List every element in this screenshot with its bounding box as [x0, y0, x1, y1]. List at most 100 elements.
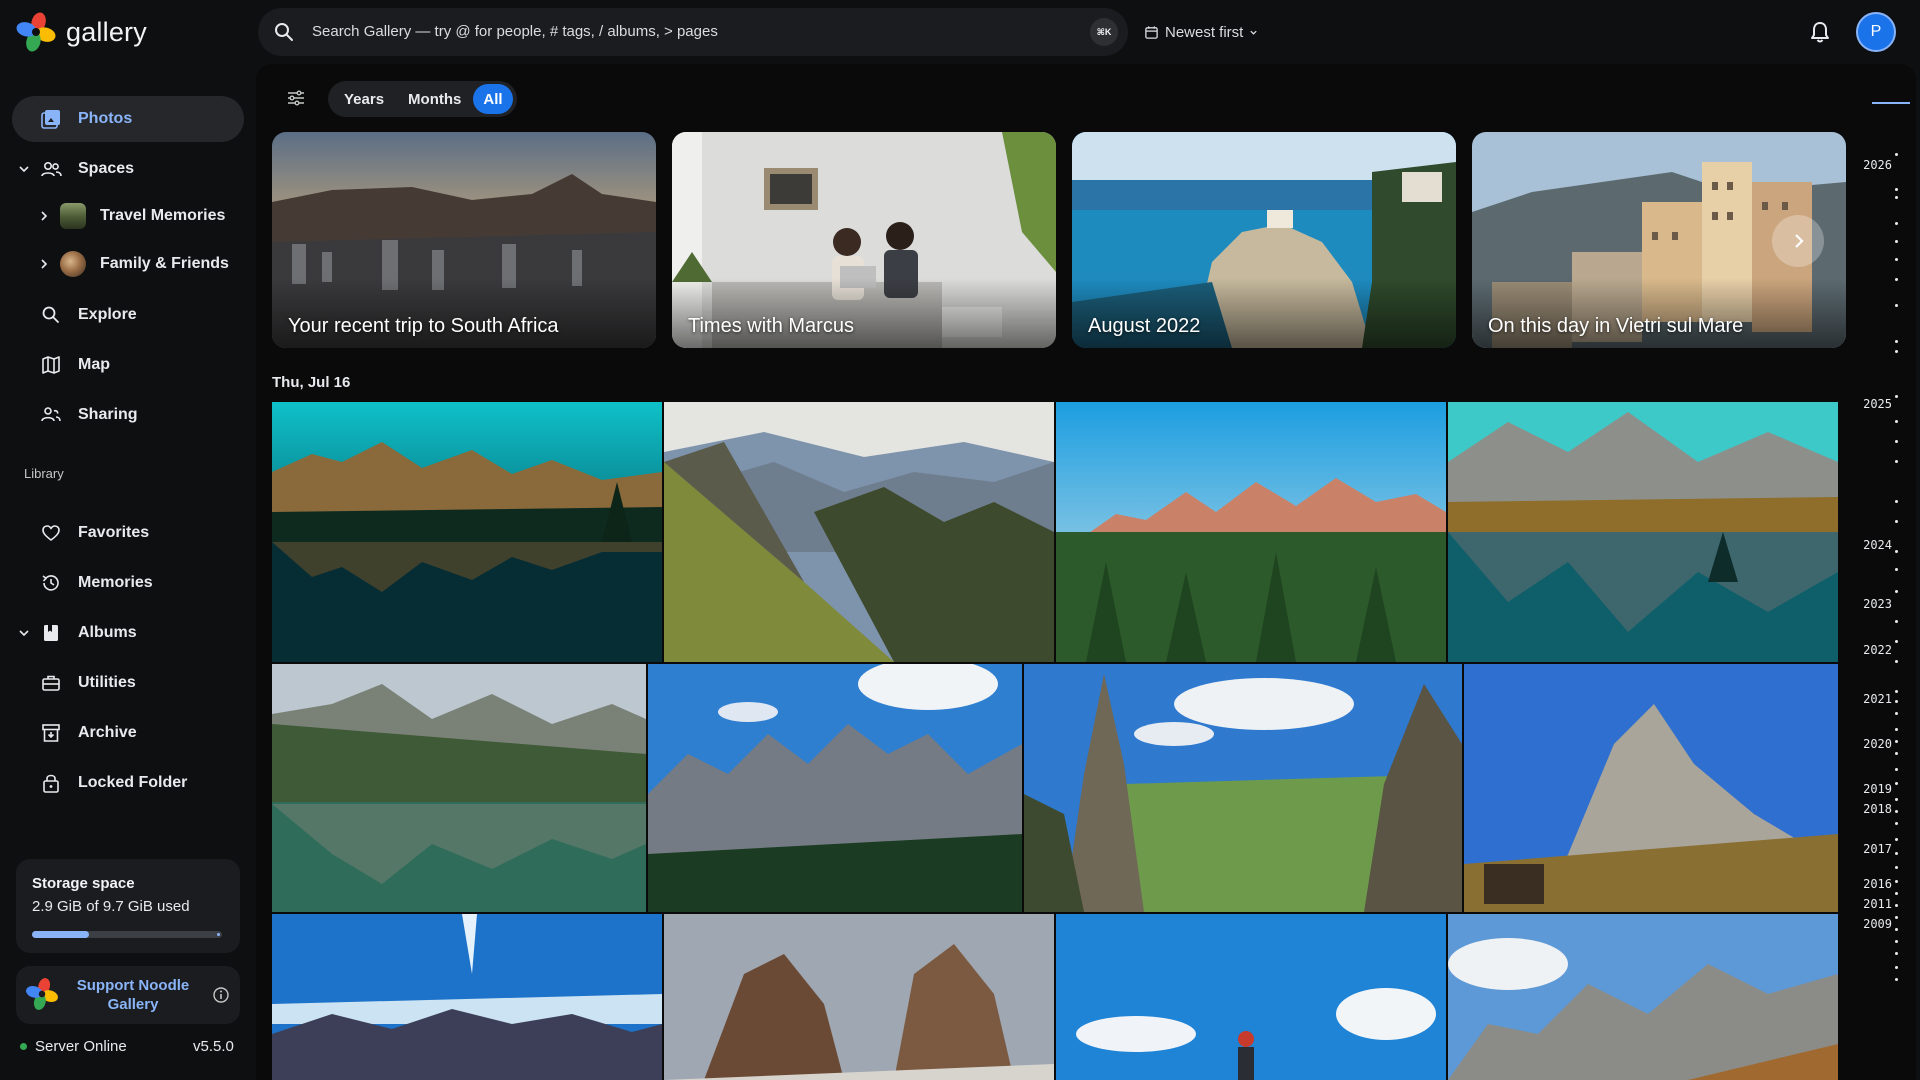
- memory-caption: Times with Marcus: [688, 315, 854, 337]
- support-button[interactable]: Support Noodle Gallery: [16, 966, 240, 1024]
- sidebar-item-archive[interactable]: Archive: [0, 710, 244, 756]
- sidebar-item-map[interactable]: Map: [0, 342, 244, 388]
- info-icon[interactable]: [212, 986, 230, 1004]
- scrubber-dot: [1895, 258, 1898, 261]
- scrubber-dot: [1895, 278, 1898, 281]
- sidebar-item-explore[interactable]: Explore: [0, 292, 244, 338]
- sidebar-item-label: Travel Memories: [100, 207, 226, 224]
- photo-thumbnail[interactable]: [272, 664, 646, 912]
- photo-thumbnail[interactable]: [648, 664, 1022, 912]
- sidebar-item-utilities[interactable]: Utilities: [0, 660, 244, 706]
- sidebar-item-spaces[interactable]: Spaces: [0, 146, 244, 192]
- photo-thumbnail[interactable]: [1024, 664, 1462, 912]
- photo-image: [1448, 914, 1838, 1080]
- sidebar-item-travel-memories[interactable]: Travel Memories: [0, 193, 244, 239]
- avatar[interactable]: P: [1856, 12, 1896, 52]
- scrubber-year-label[interactable]: 2021: [1863, 692, 1892, 706]
- scrubber-dot: [1895, 620, 1898, 623]
- photo-thumbnail[interactable]: [1448, 914, 1838, 1080]
- timeline-scrubber[interactable]: 2026 2025 2024 2023 2022 2021 2020 2019 2018 2017…: [1856, 64, 1920, 1080]
- album-icon: [44, 625, 58, 641]
- scrubber-year-label[interactable]: 2023: [1863, 597, 1892, 611]
- scrubber-year-label[interactable]: 2025: [1863, 397, 1892, 411]
- tab-all[interactable]: All: [473, 84, 513, 114]
- search-bar[interactable]: Search Gallery — try @ for people, # tag…: [258, 8, 1128, 56]
- scrubber-year-label[interactable]: 2009: [1863, 917, 1892, 931]
- scrubber-year-label[interactable]: 2018: [1863, 802, 1892, 816]
- sidebar-item-label: Map: [78, 356, 110, 373]
- scrubber-dot: [1895, 810, 1898, 813]
- sort-label: Newest first: [1165, 23, 1244, 41]
- scrubber-dot: [1895, 660, 1898, 663]
- scrubber-year-label[interactable]: 2024: [1863, 538, 1892, 552]
- scrubber-dot: [1895, 590, 1898, 593]
- scrubber-dot: [1895, 196, 1898, 199]
- scrubber-year-label[interactable]: 2016: [1863, 877, 1892, 891]
- photo-image: [648, 664, 1022, 912]
- toolbox-icon: [42, 675, 60, 691]
- photo-image: [1056, 914, 1446, 1080]
- photo-image: [1024, 664, 1462, 912]
- tab-years[interactable]: Years: [332, 84, 396, 114]
- scrubber-dot: [1895, 852, 1898, 855]
- scrubber-dot: [1895, 690, 1898, 693]
- photo-thumbnail[interactable]: [272, 402, 662, 662]
- scrubber-dot: [1895, 740, 1898, 743]
- scrubber-dot: [1895, 928, 1898, 931]
- scrubber-year-label[interactable]: 2011: [1863, 897, 1892, 911]
- sidebar-item-locked-folder[interactable]: Locked Folder: [0, 760, 244, 806]
- scrubber-dot: [1895, 978, 1898, 981]
- scrubber-dot: [1895, 940, 1898, 943]
- space-thumbnail: [60, 203, 86, 229]
- scrubber-dot: [1895, 304, 1898, 307]
- photo-thumbnail[interactable]: [272, 914, 662, 1080]
- people-icon: [41, 162, 62, 177]
- sidebar-item-memories[interactable]: Memories: [0, 560, 244, 606]
- scrubber-year-label[interactable]: 2026: [1863, 158, 1892, 172]
- memory-card[interactable]: August 2022: [1072, 132, 1456, 348]
- storage-progress-end: [217, 933, 220, 936]
- chevron-down-icon[interactable]: [17, 162, 31, 176]
- storage-progress-bar: [32, 931, 222, 938]
- storage-card[interactable]: Storage space 2.9 GiB of 9.7 GiB used: [16, 859, 240, 953]
- chevron-right-icon[interactable]: [37, 209, 51, 223]
- pinwheel-logo-icon: [16, 12, 56, 52]
- sidebar-item-family-friends[interactable]: Family & Friends: [0, 241, 244, 287]
- photo-thumbnail[interactable]: [1448, 402, 1838, 662]
- scrubber-year-label[interactable]: 2019: [1863, 782, 1892, 796]
- memory-card[interactable]: Times with Marcus: [672, 132, 1056, 348]
- scrubber-dot: [1895, 420, 1898, 423]
- memory-card[interactable]: Your recent trip to South Africa: [272, 132, 656, 348]
- search-icon: [42, 306, 59, 323]
- photo-thumbnail[interactable]: [664, 914, 1054, 1080]
- tab-months[interactable]: Months: [396, 84, 473, 114]
- sidebar-item-favorites[interactable]: Favorites: [0, 510, 244, 556]
- photo-thumbnail[interactable]: [1056, 402, 1446, 662]
- search-input[interactable]: Search Gallery — try @ for people, # tag…: [312, 23, 718, 40]
- main-content: Years Months All Your recent trip to Sou…: [256, 64, 1916, 1080]
- top-bar: gallery Search Gallery — try @ for peopl…: [0, 0, 1920, 64]
- scrubber-dot: [1895, 153, 1898, 156]
- scrubber-year-label[interactable]: 2022: [1863, 643, 1892, 657]
- sort-dropdown[interactable]: Newest first: [1144, 20, 1258, 44]
- memory-caption: August 2022: [1088, 315, 1201, 337]
- sidebar-item-albums[interactable]: Albums: [0, 610, 244, 656]
- photo-thumbnail[interactable]: [1464, 664, 1838, 912]
- support-label: Support Noodle Gallery: [76, 977, 190, 1013]
- photos-icon: [41, 110, 60, 129]
- scrubber-year-label[interactable]: 2020: [1863, 737, 1892, 751]
- chevron-right-icon[interactable]: [37, 257, 51, 271]
- app-logo[interactable]: gallery: [14, 10, 147, 54]
- filter-icon[interactable]: [286, 88, 306, 108]
- memories-next-button[interactable]: [1772, 215, 1824, 267]
- sidebar-item-photos[interactable]: Photos: [12, 96, 244, 142]
- storage-progress-fill: [32, 931, 89, 938]
- photo-thumbnail[interactable]: [664, 402, 1054, 662]
- scrubber-year-label[interactable]: 2017: [1863, 842, 1892, 856]
- space-thumbnail: [60, 251, 86, 277]
- photo-thumbnail[interactable]: [1056, 914, 1446, 1080]
- photo-image: [664, 914, 1054, 1080]
- sidebar-item-sharing[interactable]: Sharing: [0, 392, 244, 438]
- bell-icon[interactable]: [1806, 18, 1834, 46]
- chevron-down-icon[interactable]: [17, 626, 31, 640]
